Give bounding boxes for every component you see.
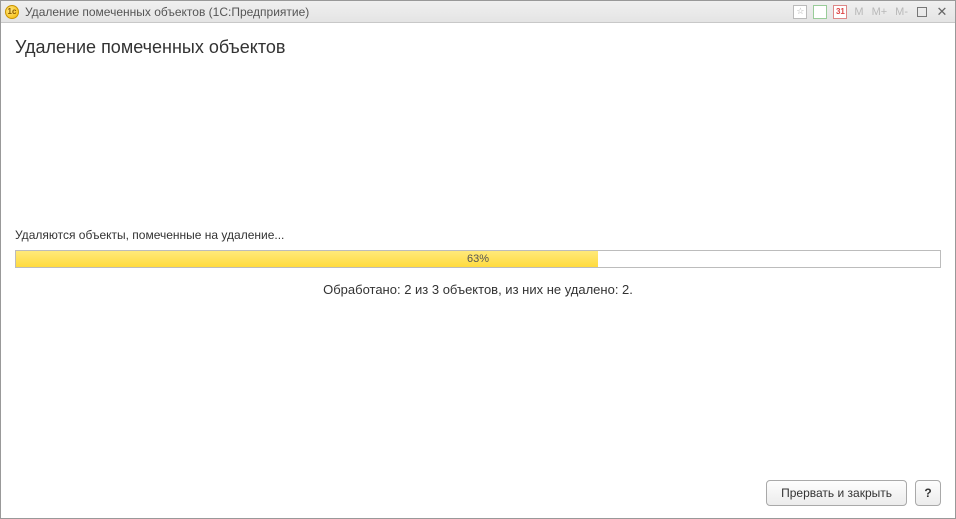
calc-m-button[interactable]: M bbox=[851, 4, 866, 20]
help-button[interactable]: ? bbox=[915, 480, 941, 506]
footer: Прервать и закрыть ? bbox=[15, 480, 941, 506]
status-text: Удаляются объекты, помеченные на удалени… bbox=[15, 228, 941, 242]
abort-close-button[interactable]: Прервать и закрыть bbox=[766, 480, 907, 506]
titlebar-buttons: ☆ 31 M M+ M- ✕ bbox=[791, 4, 951, 20]
progress-section: Удаляются объекты, помеченные на удалени… bbox=[15, 228, 941, 297]
titlebar: 1c Удаление помеченных объектов (1С:Пред… bbox=[1, 1, 955, 23]
app-icon: 1c bbox=[5, 5, 19, 19]
grid-icon[interactable] bbox=[811, 4, 829, 20]
close-button[interactable]: ✕ bbox=[933, 4, 951, 20]
maximize-button[interactable] bbox=[913, 4, 931, 20]
processed-text: Обработано: 2 из 3 объектов, из них не у… bbox=[15, 282, 941, 297]
calc-m-minus-button[interactable]: M- bbox=[892, 4, 911, 20]
content-area: Удаление помеченных объектов Удаляются о… bbox=[1, 23, 955, 518]
favorite-icon[interactable]: ☆ bbox=[791, 4, 809, 20]
progress-bar: 63% bbox=[15, 250, 941, 268]
progress-percent-label: 63% bbox=[16, 251, 940, 267]
page-title: Удаление помеченных объектов bbox=[15, 37, 941, 58]
window-root: 1c Удаление помеченных объектов (1С:Пред… bbox=[0, 0, 956, 519]
calendar-icon[interactable]: 31 bbox=[831, 4, 849, 20]
app-icon-text: 1c bbox=[8, 7, 17, 16]
calc-m-plus-button[interactable]: M+ bbox=[869, 4, 891, 20]
window-title: Удаление помеченных объектов (1С:Предпри… bbox=[25, 5, 309, 19]
